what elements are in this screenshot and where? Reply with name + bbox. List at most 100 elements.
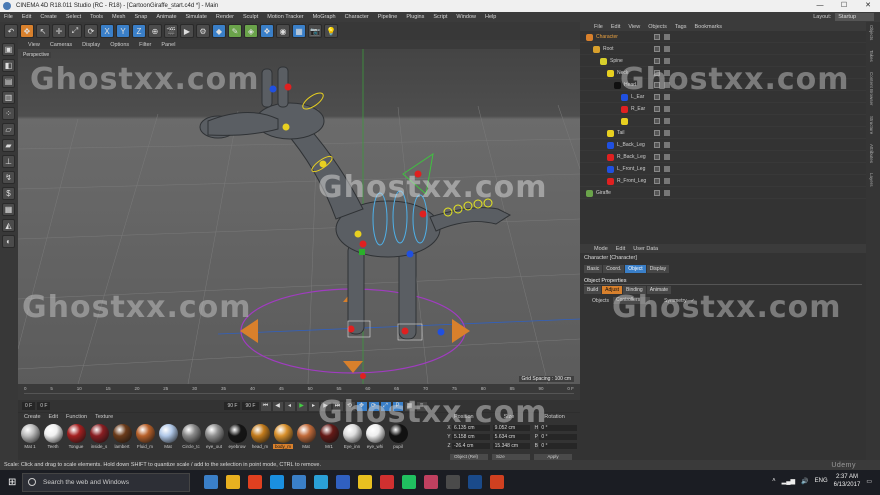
loop-icon[interactable]: ⟲: [344, 401, 355, 411]
tag-icon[interactable]: [664, 190, 670, 196]
taskbar-app-icon[interactable]: [292, 475, 306, 489]
side-tab-takes[interactable]: Takes: [869, 50, 874, 62]
menu-window[interactable]: Window: [456, 14, 476, 20]
key-pla-icon[interactable]: ▦: [404, 401, 415, 411]
tab-display[interactable]: Display: [646, 265, 670, 273]
model-mode-icon[interactable]: ◧: [2, 59, 15, 72]
clock[interactable]: 2:37 AM 6/13/2017: [834, 473, 861, 489]
side-tab-layers[interactable]: Layers: [869, 173, 874, 187]
tab-coord[interactable]: Coord.: [603, 265, 625, 273]
cube-icon[interactable]: ◆: [212, 24, 226, 38]
material-swatch[interactable]: Mat: [296, 424, 316, 449]
menu-simulate[interactable]: Simulate: [186, 14, 207, 20]
min-frame-field[interactable]: 0 F: [37, 402, 51, 410]
next-key-icon[interactable]: ▶: [320, 401, 331, 411]
maximize-button[interactable]: ☐: [832, 0, 856, 12]
vp-menu-cameras[interactable]: Cameras: [50, 42, 72, 48]
menu-select[interactable]: Select: [66, 14, 81, 20]
visibility-toggle[interactable]: [654, 118, 660, 124]
tag-icon[interactable]: [664, 154, 670, 160]
polygons-mode-icon[interactable]: ▰: [2, 139, 15, 152]
vp-menu-filter[interactable]: Filter: [139, 42, 151, 48]
scale-icon[interactable]: ⤢: [68, 24, 82, 38]
size-x-field[interactable]: 9.052 cm: [492, 425, 531, 431]
visibility-toggle[interactable]: [654, 94, 660, 100]
taskbar-search-input[interactable]: Search the web and Windows: [22, 473, 190, 492]
visibility-toggle[interactable]: [654, 106, 660, 112]
layout-dropdown[interactable]: Startup: [835, 13, 874, 21]
tab-basic[interactable]: Basic: [584, 265, 603, 273]
tab-build[interactable]: Build: [584, 286, 602, 294]
key-param-icon[interactable]: P: [392, 401, 403, 411]
array-icon[interactable]: ❖: [260, 24, 274, 38]
material-swatch[interactable]: Mr1: [319, 424, 339, 449]
visibility-toggle[interactable]: [654, 154, 660, 160]
visibility-toggle[interactable]: [654, 70, 660, 76]
material-swatch[interactable]: eyebrow: [227, 424, 247, 449]
menu-mograph[interactable]: MoGraph: [313, 14, 336, 20]
visibility-toggle[interactable]: [654, 58, 660, 64]
tag-icon[interactable]: [664, 166, 670, 172]
menu-snap[interactable]: Snap: [134, 14, 147, 20]
object-tree-row[interactable]: L_Back_Leg: [580, 140, 866, 151]
material-swatch[interactable]: Mat: [158, 424, 178, 449]
am-menu-edit[interactable]: Edit: [616, 246, 625, 252]
subdivision-icon[interactable]: ◈: [244, 24, 258, 38]
z-axis-icon[interactable]: Z: [132, 24, 146, 38]
volume-icon[interactable]: 🔊: [801, 478, 808, 485]
material-swatch[interactable]: head_m: [250, 424, 270, 449]
workplane-icon[interactable]: ▥: [2, 91, 15, 104]
minimize-button[interactable]: —: [808, 0, 832, 12]
menu-sculpt[interactable]: Sculpt: [243, 14, 258, 20]
material-swatch[interactable]: lambert: [112, 424, 132, 449]
mat-menu-edit[interactable]: Edit: [49, 414, 58, 420]
autokey-icon[interactable]: ⟳: [368, 401, 379, 411]
visibility-toggle[interactable]: [654, 178, 660, 184]
mat-menu-function[interactable]: Function: [66, 414, 87, 420]
menu-plugins[interactable]: Plugins: [406, 14, 424, 20]
symmetry-checkbox[interactable]: ✓: [691, 298, 695, 304]
taskbar-app-icon[interactable]: [424, 475, 438, 489]
floor-icon[interactable]: ▦: [292, 24, 306, 38]
menu-render[interactable]: Render: [216, 14, 234, 20]
y-axis-icon[interactable]: Y: [116, 24, 130, 38]
material-swatch[interactable]: Eye_inn: [342, 424, 362, 449]
object-tree-row[interactable]: Spine: [580, 56, 866, 67]
root-arrow-front[interactable]: [343, 361, 363, 373]
taskbar-app-icon[interactable]: [380, 475, 394, 489]
windows-start-icon[interactable]: ⊞: [8, 477, 19, 488]
tag-icon[interactable]: [664, 106, 670, 112]
pen-spline-icon[interactable]: ✎: [228, 24, 242, 38]
mat-menu-texture[interactable]: Texture: [95, 414, 113, 420]
perspective-viewport[interactable]: Perspective Grid Spacing : 100 cm: [18, 49, 580, 384]
menu-file[interactable]: File: [4, 14, 13, 20]
rotation-p-field[interactable]: 0 °: [539, 434, 578, 440]
max-frame-field[interactable]: 90 F: [224, 402, 241, 410]
side-tab-structure[interactable]: Structure: [869, 116, 874, 134]
points-mode-icon[interactable]: ⁘: [2, 107, 15, 120]
prev-frame-icon[interactable]: ◂: [284, 401, 295, 411]
menu-tools[interactable]: Tools: [90, 14, 103, 20]
taskbar-app-icon[interactable]: [314, 475, 328, 489]
menu-edit[interactable]: Edit: [22, 14, 31, 20]
material-swatch[interactable]: body_m: [273, 424, 293, 449]
visibility-toggle[interactable]: [654, 142, 660, 148]
language-indicator[interactable]: ENG: [815, 478, 828, 484]
am-menu-mode[interactable]: Mode: [594, 246, 608, 252]
menu-character[interactable]: Character: [345, 14, 369, 20]
next-frame-icon[interactable]: ▸: [308, 401, 319, 411]
rotate-icon[interactable]: ⟳: [84, 24, 98, 38]
material-swatch[interactable]: pupil: [388, 424, 408, 449]
object-tree-row[interactable]: L_Ear: [580, 92, 866, 103]
close-button[interactable]: ✕: [856, 0, 880, 12]
om-menu-objects[interactable]: Objects: [648, 24, 667, 30]
taskbar-app-icon[interactable]: [248, 475, 262, 489]
planar-workplane-icon[interactable]: ◭: [2, 219, 15, 232]
menu-pipeline[interactable]: Pipeline: [378, 14, 398, 20]
start-frame-field[interactable]: 0 F: [22, 402, 36, 410]
make-editable-icon[interactable]: ▣: [2, 43, 15, 56]
object-tree-row[interactable]: L_Front_Leg: [580, 164, 866, 175]
material-swatch[interactable]: Tongue: [66, 424, 86, 449]
tab-adjust[interactable]: Adjust: [602, 286, 623, 294]
material-swatch[interactable]: Mat 1: [20, 424, 40, 449]
